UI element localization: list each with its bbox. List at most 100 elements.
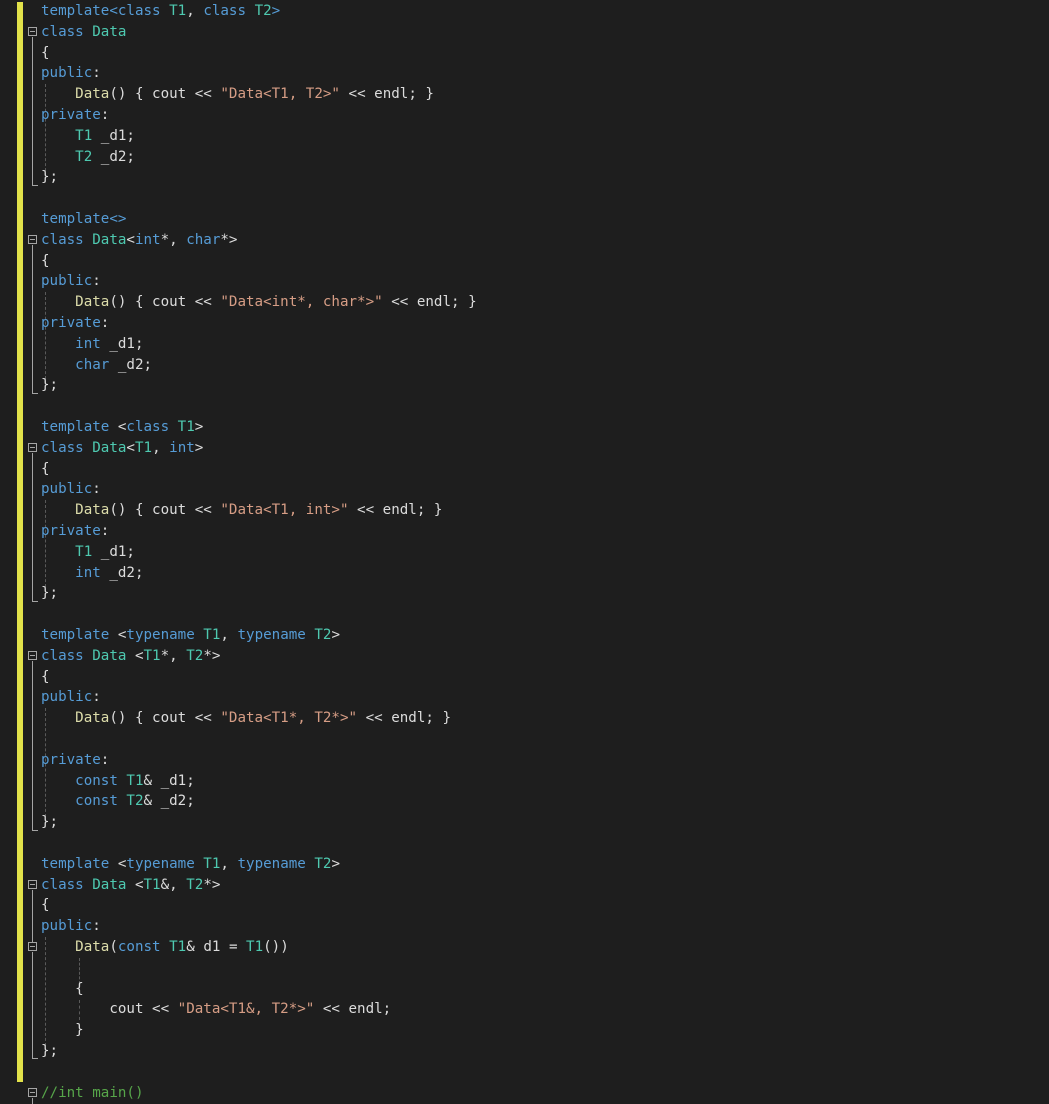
fold-collapse-icon[interactable] xyxy=(28,235,37,244)
code-line[interactable]: { xyxy=(41,43,50,64)
code-line[interactable]: template <typename T1, typename T2> xyxy=(41,625,340,646)
fold-region-end xyxy=(32,1058,38,1059)
code-token-txt: () { cout << xyxy=(109,502,221,519)
code-token-kw: private xyxy=(41,107,101,123)
code-line[interactable]: class Data <T1&, T2*> xyxy=(41,875,220,896)
code-line[interactable]: const T2& _d2; xyxy=(41,791,195,812)
code-token-txt: < xyxy=(126,439,135,456)
code-line[interactable]: { xyxy=(41,979,84,1000)
fold-collapse-icon[interactable] xyxy=(28,942,37,951)
fold-collapse-icon[interactable] xyxy=(28,443,37,452)
code-line[interactable]: public: xyxy=(41,916,101,937)
code-line[interactable]: template<class T1, class T2> xyxy=(41,1,280,22)
code-token-txt: : xyxy=(92,273,101,290)
code-token-kw: typename xyxy=(237,627,315,643)
code-line[interactable]: T2 _d2; xyxy=(41,147,135,168)
code-line[interactable]: }; xyxy=(41,375,58,396)
code-line[interactable]: }; xyxy=(41,583,58,604)
code-token-txt: _d2; xyxy=(109,356,153,373)
code-line[interactable]: Data(const T1& d1 = T1()) xyxy=(41,937,289,958)
code-line[interactable]: template<> xyxy=(41,209,126,230)
code-line[interactable]: Data() { cout << "Data<T1, int>" << endl… xyxy=(41,500,442,521)
code-token-type: T2 xyxy=(254,3,272,19)
code-token-str: "Data<T1&, T2*>" xyxy=(177,1001,315,1018)
code-line[interactable]: public: xyxy=(41,479,101,500)
code-token-fn: Data xyxy=(75,939,110,955)
code-token-txt: }; xyxy=(41,169,59,186)
code-line[interactable]: const T1& _d1; xyxy=(41,771,195,792)
code-token-kw: class xyxy=(41,439,93,456)
code-line[interactable]: { xyxy=(41,895,50,916)
code-line[interactable]: Data() { cout << "Data<int*, char*>" << … xyxy=(41,292,476,313)
code-line[interactable]: public: xyxy=(41,687,101,708)
code-line[interactable]: int _d1; xyxy=(41,334,143,355)
fold-region-line xyxy=(32,890,33,942)
code-token-txt: > xyxy=(194,419,204,435)
code-token-type: T1 xyxy=(169,3,187,19)
code-token-type: T1 xyxy=(143,647,161,664)
code-line[interactable]: } xyxy=(41,1020,84,1041)
code-editor[interactable]: template<class T1, class T2> class Data{p… xyxy=(0,0,1049,1104)
code-token-txt: : xyxy=(100,523,110,539)
code-line[interactable]: class Data xyxy=(41,22,126,43)
code-token-kw: class xyxy=(41,647,93,664)
code-line[interactable]: T1 _d1; xyxy=(41,542,135,563)
code-line[interactable]: char _d2; xyxy=(41,355,152,376)
code-line[interactable]: }; xyxy=(41,812,58,833)
code-line[interactable]: int _d2; xyxy=(41,563,143,584)
code-token-txt: : xyxy=(100,315,110,331)
code-line[interactable]: { xyxy=(41,459,50,480)
code-line[interactable]: class Data<int*, char*> xyxy=(41,230,237,251)
code-token-txt: { xyxy=(41,460,50,477)
code-token-str: "Data<T1*, T2*>" xyxy=(220,710,358,727)
fold-collapse-icon[interactable] xyxy=(28,880,37,889)
code-token-kw: const xyxy=(75,772,127,789)
code-line[interactable]: private: xyxy=(41,105,109,126)
code-line[interactable]: { xyxy=(41,667,50,688)
code-line[interactable]: public: xyxy=(41,271,101,292)
code-line[interactable]: }; xyxy=(41,167,58,188)
fold-collapse-icon[interactable] xyxy=(28,651,37,660)
code-token-type: T2 xyxy=(186,876,204,893)
code-token-kw: int xyxy=(75,564,101,581)
code-token-type: T1 xyxy=(246,939,264,955)
code-line[interactable]: }; xyxy=(41,1041,58,1062)
code-line[interactable]: private: xyxy=(41,750,109,771)
code-line[interactable]: public: xyxy=(41,63,101,84)
code-token-type: T2 xyxy=(126,793,144,810)
code-token-txt: > xyxy=(331,855,340,872)
code-line[interactable]: cout << "Data<T1&, T2*>" << endl; xyxy=(41,999,391,1020)
code-line[interactable]: Data() { cout << "Data<T1, T2>" << endl;… xyxy=(41,84,434,105)
code-line[interactable]: template <class T1> xyxy=(41,417,203,438)
code-token-txt: _d2; xyxy=(92,148,135,165)
code-line[interactable]: { xyxy=(41,251,50,272)
code-token-txt: & _d1; xyxy=(143,772,195,789)
fold-region-line xyxy=(32,661,33,830)
code-token-kw: char xyxy=(75,356,110,373)
code-line[interactable]: //int main() xyxy=(41,1083,144,1104)
code-line[interactable]: private: xyxy=(41,521,109,542)
fold-region-line xyxy=(32,453,33,601)
code-token-txt: } xyxy=(41,1022,84,1039)
code-line[interactable]: template <typename T1, typename T2> xyxy=(41,854,340,875)
code-token-kw: class xyxy=(117,3,170,19)
code-token-txt: << endl; } xyxy=(339,86,434,103)
code-line[interactable]: Data() { cout << "Data<T1*, T2*>" << end… xyxy=(41,708,451,729)
code-token-kw: typename xyxy=(126,855,204,872)
code-token-kw: typename xyxy=(126,627,204,643)
code-token-txt: }; xyxy=(41,1043,59,1059)
fold-collapse-icon[interactable] xyxy=(28,27,37,36)
code-token-kw: int xyxy=(169,439,195,456)
code-line[interactable]: private: xyxy=(41,313,109,334)
code-line[interactable]: T1 _d1; xyxy=(41,126,135,147)
code-line[interactable]: class Data <T1*, T2*> xyxy=(41,646,220,667)
fold-collapse-icon[interactable] xyxy=(28,1088,37,1097)
code-line[interactable]: class Data<T1, int> xyxy=(41,438,203,459)
code-token-kw: private xyxy=(41,523,101,539)
code-token-kw: template<> xyxy=(41,211,127,227)
